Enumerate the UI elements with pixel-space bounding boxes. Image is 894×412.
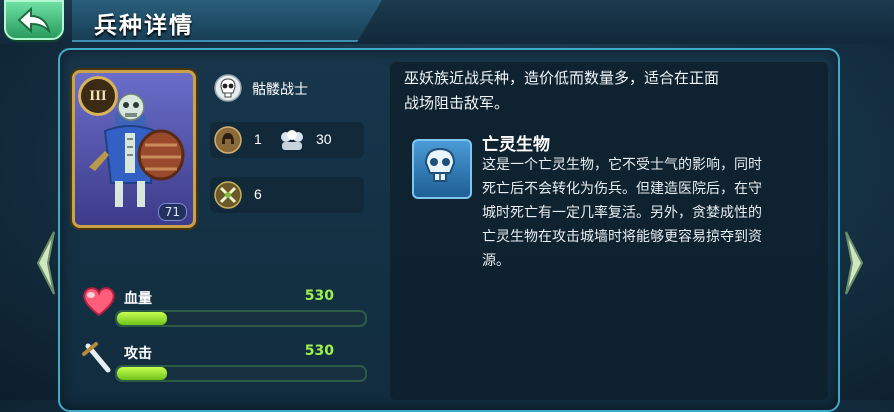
skill-description: 这是一个亡灵生物，它不受士气的影响，同时 死亡后不会转化为伤兵。但建造医院后，在… bbox=[482, 152, 812, 272]
skill-line: 这是一个亡灵生物，它不受士气的影响，同时 bbox=[482, 156, 762, 172]
back-button[interactable] bbox=[4, 0, 64, 40]
hp-bar bbox=[115, 310, 367, 327]
rank-badge: III bbox=[78, 76, 118, 116]
sword-icon bbox=[82, 342, 111, 373]
unit-description: 巫妖族近战兵种，造价低而数量多，适合在正面 战场阻击敌军。 bbox=[404, 66, 824, 116]
heart-icon bbox=[83, 287, 115, 317]
unit-stats-row: 1 30 bbox=[210, 122, 364, 158]
prev-arrow-icon[interactable] bbox=[34, 228, 58, 298]
skill-line: 源。 bbox=[482, 252, 510, 268]
troops-icon bbox=[281, 130, 303, 150]
unit-portrait-card: III 71 bbox=[72, 70, 196, 228]
unit-level: 71 bbox=[157, 203, 187, 221]
next-arrow-icon[interactable] bbox=[842, 228, 866, 298]
hp-label: 血量 bbox=[124, 290, 152, 306]
description-line: 战场阻击敌军。 bbox=[404, 95, 510, 112]
unit-name-row: 骷髅战士 bbox=[210, 70, 364, 106]
unit-stat-b: 30 bbox=[316, 131, 332, 147]
undead-skill-icon bbox=[412, 139, 472, 199]
helmet-icon bbox=[214, 126, 242, 154]
skill-line: 城时死亡有一定几率复活。另外，贪婪成性的 bbox=[482, 204, 762, 220]
skill-line: 亡灵生物在攻击城墙时将能够更容易掠夺到资 bbox=[482, 228, 762, 244]
attack-bar bbox=[115, 365, 367, 382]
description-line: 巫妖族近战兵种，造价低而数量多，适合在正面 bbox=[404, 70, 720, 87]
unit-attack-row: 6 bbox=[210, 177, 364, 213]
page-title: 兵种详情 bbox=[94, 12, 194, 38]
hp-bar-fill bbox=[117, 312, 167, 325]
crossed-swords-icon bbox=[214, 181, 242, 209]
hp-value: 530 bbox=[304, 288, 334, 304]
attack-label: 攻击 bbox=[124, 345, 152, 361]
skill-line: 死亡后不会转化为伤兵。但建造医院后，在守 bbox=[482, 180, 762, 196]
skull-icon bbox=[214, 74, 242, 102]
attack-value: 530 bbox=[304, 343, 334, 359]
unit-name: 骷髅战士 bbox=[252, 81, 308, 97]
unit-attack-speed: 6 bbox=[254, 186, 262, 202]
unit-stat-a: 1 bbox=[254, 131, 262, 147]
attack-bar-fill bbox=[117, 367, 167, 380]
skull-emblem-icon bbox=[424, 147, 456, 182]
back-arrow-icon bbox=[17, 7, 51, 33]
